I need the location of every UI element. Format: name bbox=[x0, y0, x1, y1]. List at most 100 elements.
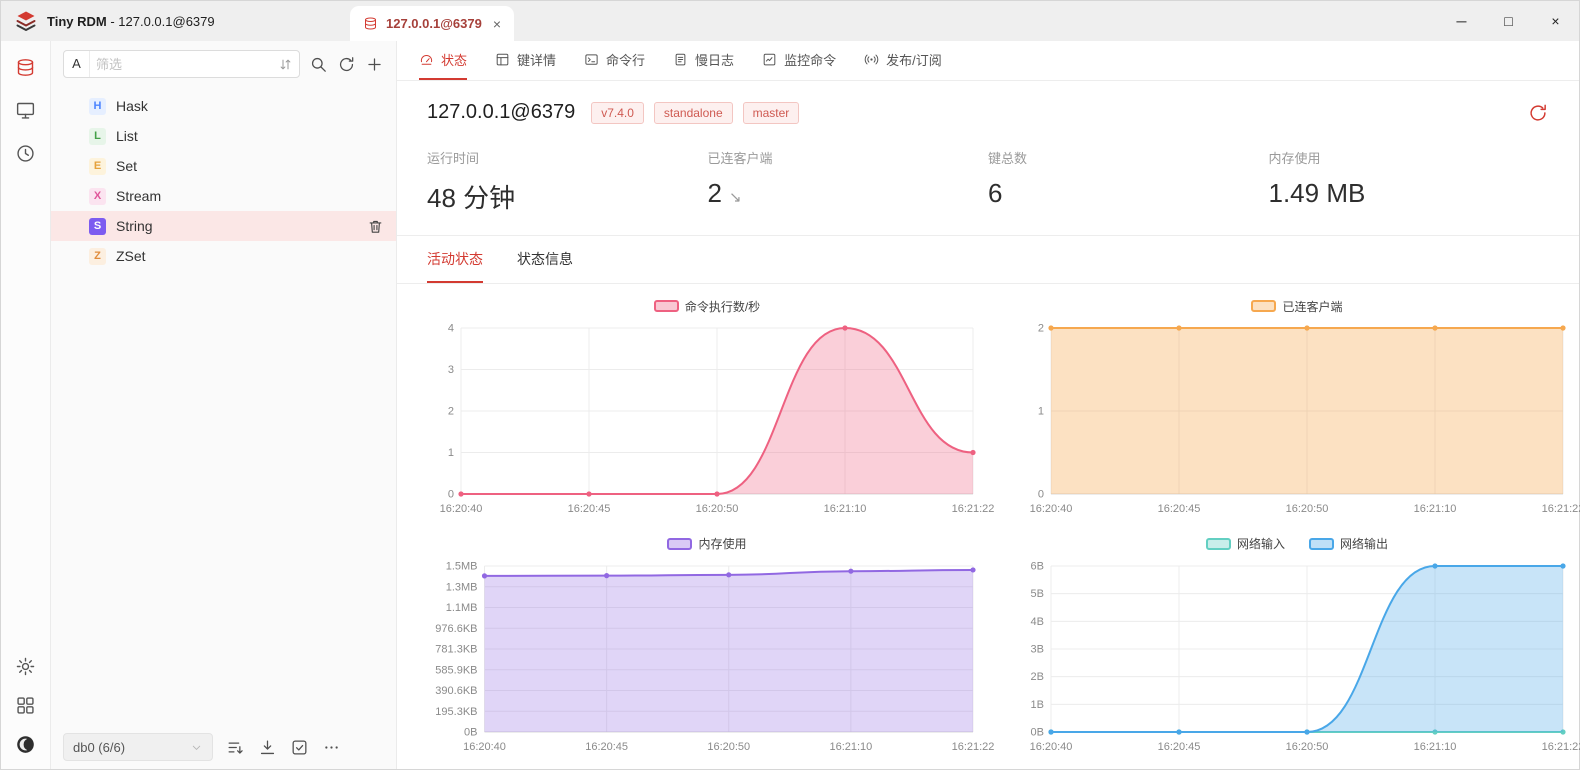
auto-refresh-icon[interactable] bbox=[1527, 102, 1549, 124]
grid-menu-icon[interactable] bbox=[15, 695, 36, 716]
terminal-icon bbox=[584, 52, 599, 67]
svg-text:4: 4 bbox=[448, 323, 454, 335]
chart-legend: 已连客户端 bbox=[1251, 296, 1342, 316]
tree-item-label: Stream bbox=[116, 188, 161, 204]
server-list-icon[interactable] bbox=[15, 57, 36, 78]
toolbar-tab-status[interactable]: 状态 bbox=[419, 41, 467, 80]
tree-item-label: Set bbox=[116, 158, 137, 174]
key-type-badge: S bbox=[89, 218, 106, 235]
server-info-section: 127.0.0.1@6379 v7.4.0 standalone master … bbox=[397, 81, 1579, 236]
svg-text:0: 0 bbox=[1038, 489, 1044, 501]
chart-connected-clients: 已连客户端 16:20:4016:20:4516:20:5016:21:1016… bbox=[1017, 296, 1577, 526]
svg-text:0B: 0B bbox=[1031, 726, 1044, 738]
legend-swatch bbox=[1206, 538, 1231, 550]
tree-item-label: List bbox=[116, 128, 138, 144]
stat-label: 内存使用 bbox=[1269, 148, 1550, 167]
filter-input[interactable] bbox=[90, 57, 278, 72]
tree-item-hask[interactable]: HHask bbox=[51, 91, 396, 121]
left-rail bbox=[1, 41, 51, 769]
database-icon bbox=[363, 16, 378, 31]
svg-text:16:20:45: 16:20:45 bbox=[568, 503, 611, 515]
server-stats: 运行时间 48 分钟 已连客户端 2↘ 键总数 6 内存使用 1.49 MB bbox=[427, 148, 1549, 215]
tree-item-list[interactable]: LList bbox=[51, 121, 396, 151]
tree-item-stream[interactable]: XStream bbox=[51, 181, 396, 211]
svg-text:1.1MB: 1.1MB bbox=[446, 602, 478, 614]
match-mode-button[interactable]: A bbox=[64, 51, 90, 77]
legend-label: 内存使用 bbox=[698, 535, 746, 552]
more-icon[interactable] bbox=[322, 738, 341, 757]
toolbar-tab-label: 慢日志 bbox=[695, 50, 734, 69]
server-title: 127.0.0.1@6379 bbox=[427, 101, 575, 124]
toolbar-tab-monitor[interactable]: 监控命令 bbox=[762, 41, 836, 80]
db-selector[interactable]: db0 (6/6) bbox=[63, 733, 213, 761]
maximize-button[interactable]: □ bbox=[1485, 1, 1532, 41]
tab-close-icon[interactable]: × bbox=[493, 17, 501, 31]
legend-item[interactable]: 已连客户端 bbox=[1251, 298, 1342, 315]
role-badge: master bbox=[743, 102, 800, 124]
toolbar-tab-label: 状态 bbox=[441, 50, 467, 69]
legend-item[interactable]: 内存使用 bbox=[667, 535, 746, 552]
close-button[interactable]: × bbox=[1532, 1, 1579, 41]
svg-text:16:20:45: 16:20:45 bbox=[1158, 741, 1201, 753]
main-panel: 状态 键详情 命令行 慢日志 监控命令 bbox=[397, 41, 1579, 769]
toolbar-tab-key-detail[interactable]: 键详情 bbox=[495, 41, 556, 80]
app-window: Tiny RDM - 127.0.0.1@6379 127.0.0.1@6379… bbox=[0, 0, 1580, 770]
svg-text:2: 2 bbox=[448, 406, 454, 418]
app-logo-icon bbox=[14, 9, 38, 33]
theme-icon[interactable] bbox=[15, 734, 36, 755]
connection-tab-label: 127.0.0.1@6379 bbox=[386, 16, 482, 31]
chart-canvas: 16:20:4016:20:4516:20:5016:21:1016:21:22… bbox=[1017, 318, 1577, 518]
search-icon[interactable] bbox=[309, 55, 328, 74]
tree-item-zset[interactable]: Z ZSet bbox=[51, 241, 396, 271]
toolbar-tab-cli[interactable]: 命令行 bbox=[584, 41, 645, 80]
refresh-icon[interactable] bbox=[337, 55, 356, 74]
key-type-badge: Z bbox=[89, 248, 106, 265]
settings-gear-icon[interactable] bbox=[15, 656, 36, 677]
window-title-suffix: - 127.0.0.1@6379 bbox=[110, 14, 214, 29]
stat-label: 已连客户端 bbox=[708, 148, 989, 167]
history-icon[interactable] bbox=[15, 143, 36, 164]
tree-item-string[interactable]: SString bbox=[51, 211, 396, 241]
sort-toggle-icon[interactable] bbox=[278, 57, 293, 72]
svg-text:1B: 1B bbox=[1031, 698, 1044, 710]
checkbox-icon[interactable] bbox=[290, 738, 309, 757]
tree-item-label: ZSet bbox=[116, 248, 146, 264]
legend-item[interactable]: 网络输出 bbox=[1309, 535, 1388, 552]
sidebar-bottom-bar: db0 (6/6) bbox=[51, 725, 396, 769]
toolbar-tab-pubsub[interactable]: 发布/订阅 bbox=[864, 41, 942, 80]
sidebar: A HHaskLListESetXStreamSString Z ZSet bbox=[51, 41, 397, 769]
chart-canvas: 16:20:4016:20:4516:20:5016:21:1016:21:22… bbox=[427, 318, 987, 518]
svg-text:1.3MB: 1.3MB bbox=[446, 581, 478, 593]
sort-list-icon[interactable] bbox=[226, 738, 245, 757]
svg-text:16:20:50: 16:20:50 bbox=[707, 741, 750, 753]
add-key-icon[interactable] bbox=[365, 55, 384, 74]
svg-text:16:21:22: 16:21:22 bbox=[952, 503, 995, 515]
tab-activity-status[interactable]: 活动状态 bbox=[427, 236, 483, 283]
svg-text:16:21:22: 16:21:22 bbox=[1542, 741, 1580, 753]
tree-item-set[interactable]: ESet bbox=[51, 151, 396, 181]
minimize-button[interactable]: ─ bbox=[1438, 1, 1485, 41]
document-icon bbox=[673, 52, 688, 67]
delete-icon[interactable] bbox=[367, 218, 384, 235]
legend-label: 网络输入 bbox=[1237, 535, 1285, 552]
stat-value-number: 2 bbox=[708, 178, 722, 208]
connection-tab[interactable]: 127.0.0.1@6379 × bbox=[350, 6, 514, 41]
window-title-app: Tiny RDM bbox=[47, 14, 107, 29]
legend-item[interactable]: 网络输入 bbox=[1206, 535, 1285, 552]
legend-item[interactable]: 命令执行数/秒 bbox=[654, 298, 760, 315]
main-toolbar: 状态 键详情 命令行 慢日志 监控命令 bbox=[397, 41, 1579, 81]
chart-legend: 命令执行数/秒 bbox=[654, 296, 760, 316]
svg-text:585.9KB: 585.9KB bbox=[435, 664, 477, 676]
svg-text:1.5MB: 1.5MB bbox=[446, 560, 478, 572]
import-icon[interactable] bbox=[258, 738, 277, 757]
stat-label: 运行时间 bbox=[427, 148, 708, 167]
toolbar-tab-slowlog[interactable]: 慢日志 bbox=[673, 41, 734, 80]
monitor-icon[interactable] bbox=[15, 100, 36, 121]
stat-value: 1.49 MB bbox=[1269, 178, 1550, 209]
trend-down-icon: ↘ bbox=[729, 189, 742, 206]
svg-text:6B: 6B bbox=[1031, 560, 1044, 572]
tab-status-info[interactable]: 状态信息 bbox=[517, 236, 573, 283]
svg-text:16:21:10: 16:21:10 bbox=[1414, 741, 1457, 753]
chart-commands-per-sec: 命令执行数/秒 16:20:4016:20:4516:20:5016:21:10… bbox=[427, 296, 987, 526]
titlebar: Tiny RDM - 127.0.0.1@6379 127.0.0.1@6379… bbox=[1, 1, 1579, 41]
